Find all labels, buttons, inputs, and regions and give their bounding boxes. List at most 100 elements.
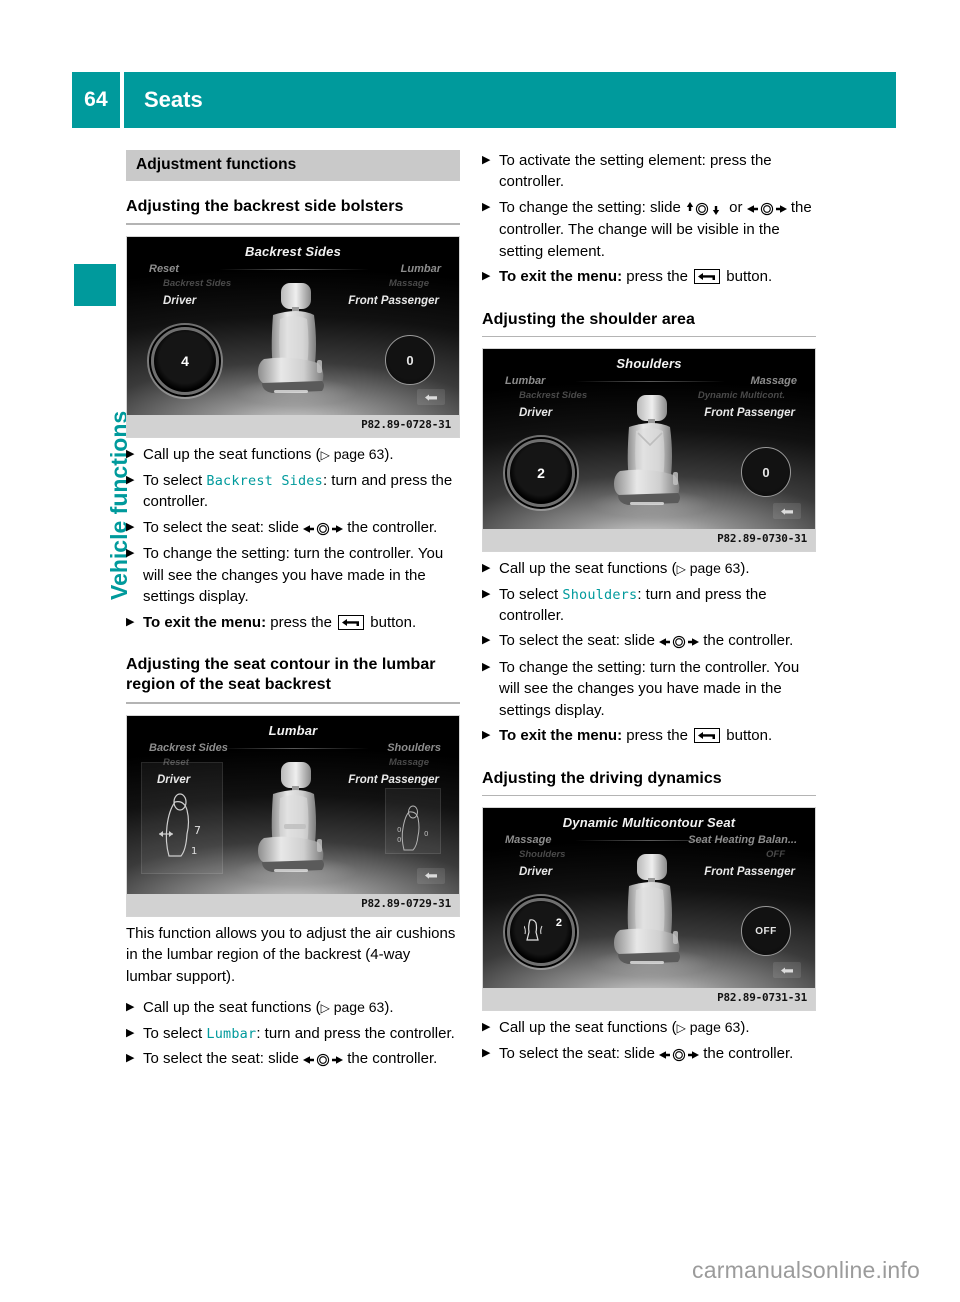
steps-lumbar: ▶ Call up the seat functions (▷ page 63)…: [126, 997, 460, 1070]
step-text-after: the controller.: [343, 1050, 438, 1068]
step-text: To select the seat: slide: [143, 518, 304, 536]
screen-left-sublabel: Shoulders: [519, 849, 566, 861]
heading-rule: [482, 336, 816, 338]
step-text-after: button.: [366, 613, 417, 631]
bullet-icon: ▶: [482, 587, 491, 600]
step-text-after: ).: [740, 1019, 750, 1037]
step-text: To select: [143, 1024, 207, 1042]
screen-back-icon: [773, 962, 801, 979]
lumbar-description: This function allows you to adjust the a…: [126, 924, 456, 985]
page-header: 64 Seats: [72, 72, 896, 128]
passenger-dial-value: 0: [762, 464, 770, 480]
step-text: To change the setting: slide: [499, 198, 685, 216]
screen-left-label: Reset: [149, 263, 179, 276]
triangle-right-icon: ▷: [320, 448, 330, 463]
seat-illustration: [590, 854, 714, 978]
step-item: ▶ To select the seat: slide the controll…: [126, 517, 460, 539]
figure-caption-text: P82.89-0731-31: [717, 991, 807, 1005]
screen-right-sublabel: Massage: [388, 278, 429, 290]
heading-shoulder-area: Adjusting the shoulder area: [482, 310, 695, 328]
screen-right-sublabel: OFF: [766, 849, 785, 861]
figure-caption: P82.89-0730-31: [483, 529, 815, 552]
bullet-icon: ▶: [482, 634, 491, 647]
menu-item-name: Backrest Sides: [206, 472, 323, 489]
step-text-after: : turn and press the controller.: [256, 1024, 455, 1042]
step-text: To change the setting: turn the controll…: [143, 545, 444, 606]
svg-text:7: 7: [194, 824, 201, 837]
bullet-icon: ▶: [126, 520, 135, 533]
back-button-icon: [694, 728, 721, 744]
figure-caption: P82.89-0728-31: [127, 415, 459, 438]
step-emphasis: To exit the menu:: [499, 727, 623, 745]
page-reference: ▷ page 63: [321, 446, 385, 462]
bullet-icon: ▶: [126, 615, 135, 628]
triangle-right-icon: ▷: [320, 1001, 330, 1016]
step-text-after: button.: [722, 727, 773, 745]
step-text: To select: [499, 585, 563, 603]
page-reference-text: page 63: [333, 999, 385, 1016]
screen-back-icon: [417, 389, 445, 406]
step-item: ▶ Call up the seat functions (▷ page 63)…: [482, 558, 816, 579]
driver-dial: 4: [147, 323, 223, 400]
step-item: ▶ To select the seat: slide the controll…: [482, 630, 816, 652]
step-text-after: the controller.: [343, 518, 438, 536]
heading-driving-dynamics: Adjusting the driving dynamics: [482, 769, 722, 787]
section-title: Adjustment functions: [126, 150, 460, 181]
step-text-mid: or: [724, 198, 747, 216]
step-text: To select the seat: slide: [143, 1050, 304, 1068]
bullet-icon: ▶: [482, 660, 491, 673]
page-reference-text: page 63: [689, 1019, 741, 1036]
screen-driver-label: Driver: [163, 295, 197, 308]
heading-rule: [126, 223, 460, 226]
page-number: 64: [72, 72, 120, 128]
slide-left-right-icon: [303, 518, 344, 539]
step-item: ▶ To exit the menu: press the button.: [482, 266, 816, 287]
site-watermark: carmanualsonline.info: [692, 1257, 920, 1283]
step-text-after: ).: [740, 560, 750, 578]
figure-caption: P82.89-0729-31: [127, 893, 459, 916]
driver-dial-value: 4: [181, 353, 189, 370]
screen-title: Backrest Sides: [244, 244, 342, 260]
manual-page: 64 Seats Vehicle functions Adjustment fu…: [0, 0, 960, 1302]
infotainment-screen: Shoulders Lumbar Backrest Sides Massage …: [483, 349, 815, 530]
menu-item-name: Shoulders: [562, 586, 638, 603]
passenger-dial: 0: [741, 447, 791, 498]
bullet-icon: ▶: [126, 1026, 135, 1039]
screen-left-label: Lumbar: [505, 375, 546, 388]
screen-title: Lumbar: [268, 722, 318, 738]
menu-item-name: Lumbar: [206, 1025, 257, 1042]
driver-dial: 2: [503, 894, 579, 971]
step-item: ▶ Call up the seat functions (▷ page 63)…: [482, 1017, 816, 1038]
figure-lumbar: Lumbar Backrest Sides Reset Shoulders Ma…: [126, 714, 460, 917]
passenger-dial: 0: [385, 335, 435, 386]
passenger-lumbar-diagram-icon: 0 0 0: [397, 805, 428, 851]
heading-backrest-side-bolsters: Adjusting the backrest side bolsters: [126, 198, 404, 215]
passenger-dial-value: OFF: [755, 925, 777, 937]
step-text: Call up the seat functions (: [499, 560, 677, 578]
step-item: ▶ To activate the setting element: press…: [482, 150, 816, 193]
steps-backrest-sides: ▶ Call up the seat functions (▷ page 63)…: [126, 444, 460, 633]
step-text-after: the controller.: [699, 632, 794, 650]
page-reference: ▷ page 63: [321, 999, 385, 1015]
step-emphasis: To exit the menu:: [143, 613, 267, 631]
step-text-after: button.: [722, 268, 773, 286]
figure-caption-text: P82.89-0728-31: [361, 418, 451, 432]
bullet-icon: ▶: [126, 1001, 135, 1014]
step-text-after: the controller.: [699, 1044, 794, 1062]
screen-title: Shoulders: [616, 356, 682, 372]
infotainment-screen: Dynamic Multicontour Seat Massage Should…: [483, 808, 815, 989]
seat-illustration: [234, 761, 358, 885]
step-item: ▶ To change the setting: slide or the co…: [482, 197, 816, 262]
page-reference: ▷ page 63: [677, 560, 741, 576]
seat-illustration: [234, 283, 358, 407]
step-item: ▶ To exit the menu: press the button.: [482, 725, 816, 746]
step-item: ▶ To select Shoulders: turn and press th…: [482, 584, 816, 627]
step-text: Call up the seat functions (: [143, 446, 321, 464]
step-item: ▶ To select Backrest Sides: turn and pre…: [126, 470, 460, 513]
step-text: To change the setting: turn the controll…: [499, 658, 800, 719]
slide-left-right-icon: [659, 631, 700, 652]
heading-rule: [126, 701, 460, 704]
bullet-icon: ▶: [482, 562, 491, 575]
svg-text:1: 1: [191, 846, 197, 857]
screen-right-label: Shoulders: [387, 741, 441, 754]
